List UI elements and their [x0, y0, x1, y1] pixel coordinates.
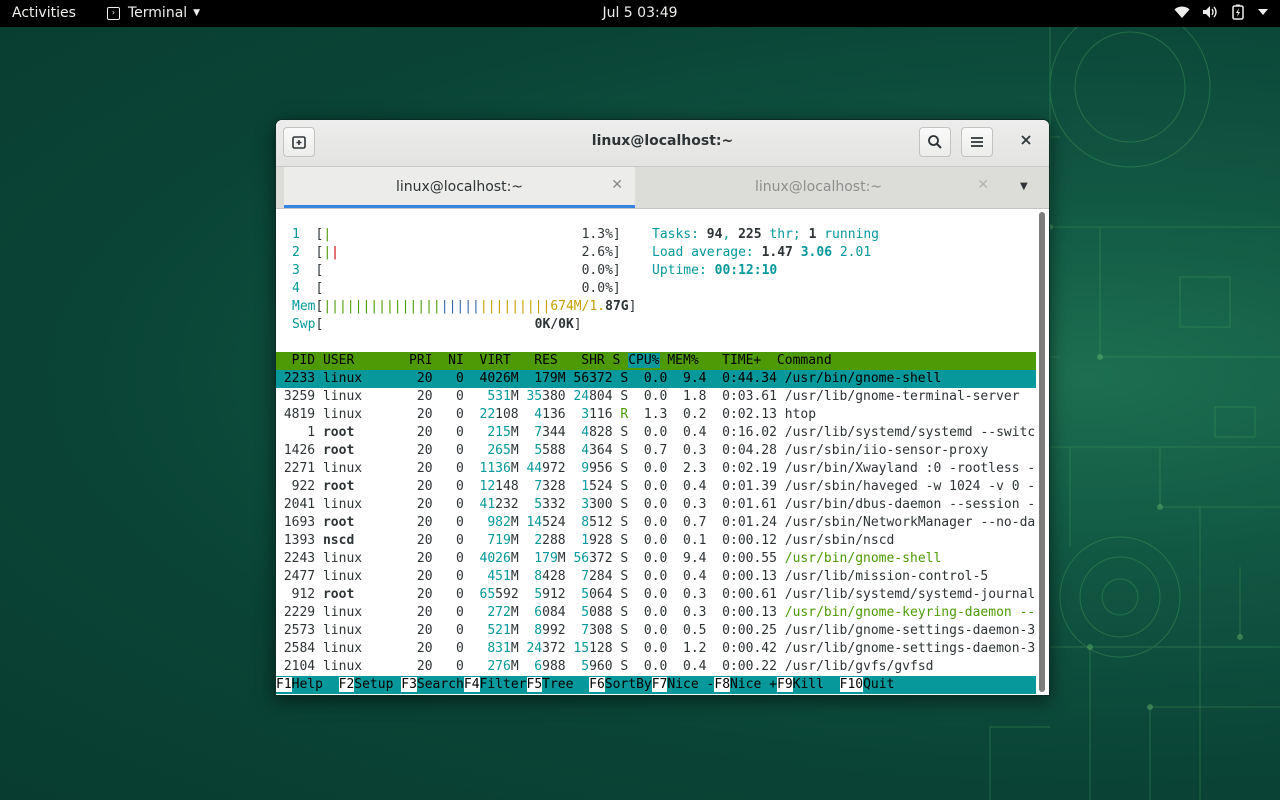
search-button[interactable] — [919, 127, 951, 157]
tab-2[interactable]: linux@localhost:~ ✕ — [636, 167, 1001, 208]
process-row[interactable]: 1 root 20 0 215M 7344 4828 S 0.0 0.4 0:1… — [276, 424, 1036, 442]
uptime: Uptime: 00:12:10 — [652, 263, 778, 278]
cpu-meter-1: 1 [| 1.3%] — [292, 227, 621, 242]
cpu-meter-2: 2 [|| 2.6%] — [292, 245, 621, 260]
volume-icon — [1202, 5, 1218, 19]
fkey-label[interactable]: Search — [416, 677, 464, 692]
tasks-summary: Tasks: 94, 225 thr; 1 running — [652, 227, 880, 242]
process-row[interactable]: 2243 linux 20 0 4026M 179M 56372 S 0.0 9… — [276, 550, 1036, 568]
fkey-label[interactable]: Tree — [542, 677, 590, 692]
fkey-f4[interactable]: F4 — [463, 677, 480, 692]
fkey-f5[interactable]: F5 — [526, 677, 543, 692]
fkey-label[interactable]: SortBy — [604, 677, 652, 692]
scrollbar[interactable] — [1039, 212, 1045, 692]
fkey-f2[interactable]: F2 — [338, 677, 355, 692]
process-row[interactable]: 2271 linux 20 0 1136M 44972 9956 S 0.0 2… — [276, 460, 1036, 478]
fkey-label[interactable]: Nice + — [730, 677, 777, 692]
fkey-f1[interactable]: F1 — [276, 677, 292, 692]
hamburger-menu-icon — [971, 137, 983, 147]
menu-button[interactable] — [961, 127, 993, 157]
cpu-meter-4: 4 [ 0.0%] — [292, 281, 621, 296]
fkey-f3[interactable]: F3 — [401, 677, 417, 692]
process-row[interactable]: 2573 linux 20 0 521M 8992 7308 S 0.0 0.5… — [276, 622, 1036, 640]
fkey-label[interactable]: Kill — [792, 677, 840, 692]
app-menu-label: Terminal — [128, 5, 188, 21]
fkey-label[interactable]: Filter — [479, 677, 527, 692]
search-icon — [928, 135, 942, 149]
fkey-label[interactable]: Setup — [354, 677, 402, 692]
swap-meter: Swp[ 0K/0K] — [292, 317, 582, 332]
fkey-label[interactable]: Quit — [863, 677, 895, 692]
tab-close-icon[interactable]: ✕ — [611, 177, 623, 193]
fkey-f10[interactable]: F10 — [839, 677, 864, 692]
activities-button[interactable]: Activities — [12, 5, 76, 21]
process-row[interactable]: 2477 linux 20 0 451M 8428 7284 S 0.0 0.4… — [276, 568, 1036, 586]
close-icon — [1021, 135, 1031, 145]
fkey-f7[interactable]: F7 — [651, 677, 668, 692]
tab-close-icon[interactable]: ✕ — [977, 177, 989, 193]
terminal-content[interactable]: 1 [| 1.3%] 2 [|| 2.6%] 3 [ 0.0%] 4 [ 0.0%] M… — [276, 209, 1036, 695]
process-row[interactable]: 2229 linux 20 0 272M 6084 5088 S 0.0 0.3… — [276, 604, 1036, 622]
process-row[interactable]: 4819 linux 20 0 22108 4136 3116 R 1.3 0.… — [276, 406, 1036, 424]
chevron-down-icon — [1258, 8, 1268, 16]
tab-label: linux@localhost:~ — [395, 179, 524, 195]
fkey-label[interactable]: Nice - — [667, 677, 715, 692]
process-row[interactable]: 912 root 20 0 65592 5912 5064 S 0.0 0.3 … — [276, 586, 1036, 604]
memory-meter: Mem[|||||||||||||||||||||||||||||674M/1.… — [292, 299, 637, 314]
tab-label: linux@localhost:~ — [754, 179, 883, 195]
terminal-window: linux@localhost:~ linux@localhost:~ ✕ li… — [275, 119, 1050, 696]
header-bar: linux@localhost:~ — [276, 120, 1049, 167]
process-row[interactable]: 2584 linux 20 0 831M 24372 15128 S 0.0 1… — [276, 640, 1036, 658]
fkey-f9[interactable]: F9 — [777, 677, 793, 692]
tab-bar: linux@localhost:~ ✕ linux@localhost:~ ✕ … — [276, 167, 1049, 209]
app-menu[interactable]: › Terminal ▼ — [107, 5, 200, 21]
load-average: Load average: 1.47 3.06 2.01 — [652, 245, 872, 260]
process-row[interactable]: 2041 linux 20 0 41232 5332 3300 S 0.0 0.… — [276, 496, 1036, 514]
tab-1[interactable]: linux@localhost:~ ✕ — [284, 167, 635, 208]
process-row[interactable]: 1426 root 20 0 265M 5588 4364 S 0.7 0.3 … — [276, 442, 1036, 460]
process-row[interactable]: 922 root 20 0 12148 7328 1524 S 0.0 0.4 … — [276, 478, 1036, 496]
top-bar: Activities › Terminal ▼ Jul 5 03:49 — [0, 0, 1280, 27]
close-window-button[interactable] — [1015, 130, 1037, 149]
system-tray[interactable] — [1174, 4, 1268, 20]
process-row[interactable]: 1393 nscd 20 0 719M 2288 1928 S 0.0 0.1 … — [276, 532, 1036, 550]
wifi-icon — [1174, 5, 1190, 19]
process-row-selected[interactable]: 2233 linux 20 0 4026M 179M 56372 S 0.0 9… — [276, 370, 1036, 388]
terminal-icon: › — [107, 6, 120, 20]
cpu-meter-3: 3 [ 0.0%] — [292, 263, 621, 278]
caret-down-icon: ▼ — [193, 8, 201, 18]
process-row[interactable]: 1693 root 20 0 982M 14524 8512 S 0.0 0.7… — [276, 514, 1036, 532]
fkey-f8[interactable]: F8 — [714, 677, 731, 692]
function-key-bar: F1Help F2Setup F3SearchF4FilterF5Tree F6… — [276, 676, 1036, 694]
battery-icon — [1230, 4, 1246, 20]
fkey-f6[interactable]: F6 — [589, 677, 605, 692]
process-row[interactable]: 3259 linux 20 0 531M 35380 24804 S 0.0 1… — [276, 388, 1036, 406]
tab-list-chevron-icon[interactable]: ▼ — [1020, 181, 1028, 192]
process-row[interactable]: 2104 linux 20 0 276M 6988 5960 S 0.0 0.4… — [276, 658, 1036, 676]
fkey-label[interactable]: Help — [291, 677, 339, 692]
process-table-header[interactable]: PID USER PRI NI VIRT RES SHR S CPU% MEM%… — [276, 352, 1036, 370]
